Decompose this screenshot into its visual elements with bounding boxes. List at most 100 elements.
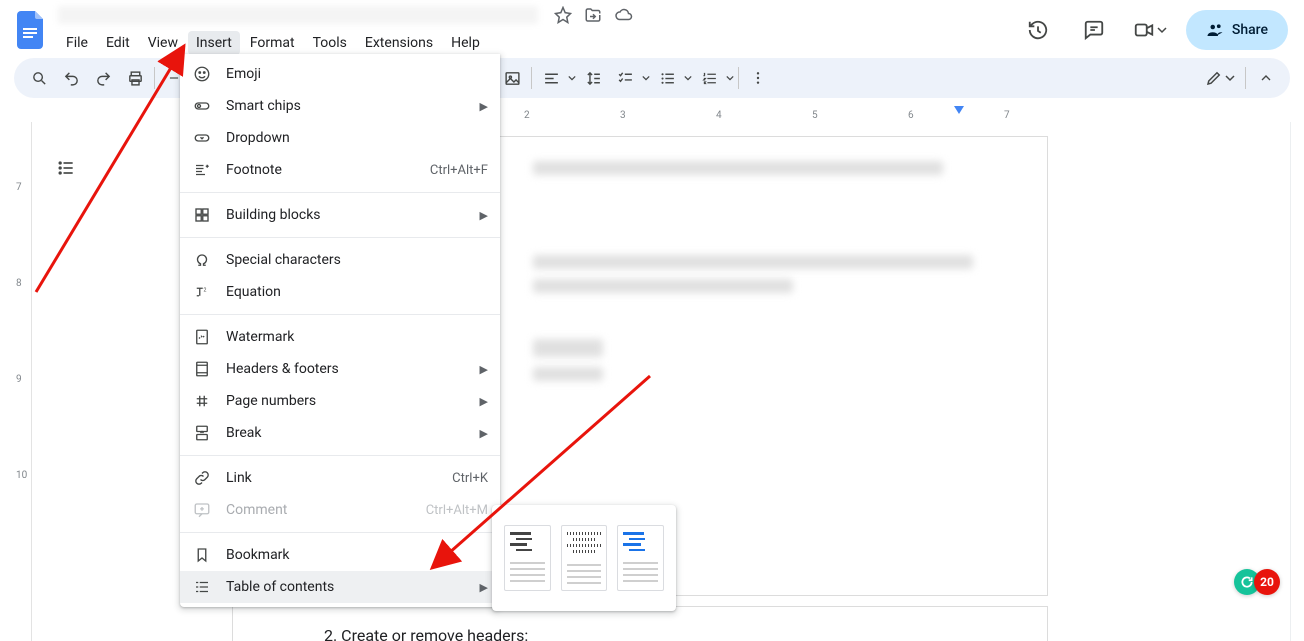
- equation-icon: 2: [192, 282, 212, 302]
- menu-view[interactable]: View: [140, 31, 186, 55]
- menu-item-label: Comment: [226, 502, 412, 518]
- insert-building-blocks[interactable]: Building blocks ▶: [180, 199, 500, 231]
- headers-footers-icon: [192, 359, 212, 379]
- menu-extensions[interactable]: Extensions: [357, 31, 441, 55]
- checklist-button[interactable]: [610, 63, 640, 93]
- building-blocks-icon: [192, 205, 212, 225]
- side-panel-strip: [1290, 122, 1304, 641]
- watermark-icon: [192, 327, 212, 347]
- toc-option-plain[interactable]: [504, 525, 551, 591]
- toc-icon: [192, 577, 212, 597]
- submenu-arrow-icon: ▶: [480, 209, 488, 222]
- meet-button[interactable]: [1130, 10, 1170, 50]
- smart-chips-icon: [192, 96, 212, 116]
- caret-down-icon: [568, 74, 576, 82]
- history-icon[interactable]: [1018, 10, 1058, 50]
- menubar: FileEditViewInsertFormatToolsExtensionsH…: [58, 29, 1018, 57]
- menu-item-label: Building blocks: [226, 207, 466, 223]
- menu-item-label: Watermark: [226, 329, 488, 345]
- star-icon[interactable]: [554, 6, 572, 24]
- menu-item-label: Emoji: [226, 66, 488, 82]
- insert-headers-footers[interactable]: Headers & footers▶: [180, 353, 500, 385]
- insert-image-button[interactable]: [497, 63, 527, 93]
- collapse-toolbar-button[interactable]: [1252, 64, 1280, 92]
- caret-down-icon: [726, 74, 734, 82]
- insert-table-of-contents[interactable]: Table of contents▶: [180, 571, 500, 603]
- menu-item-label: Equation: [226, 284, 488, 300]
- insert-emoji[interactable]: Emoji: [180, 58, 500, 90]
- menu-item-label: Smart chips: [226, 98, 466, 114]
- menu-item-label: Footnote: [226, 162, 416, 178]
- menu-help[interactable]: Help: [443, 31, 488, 55]
- ruler-v-label: 7: [16, 182, 22, 193]
- people-icon: [1206, 21, 1224, 39]
- menu-insert[interactable]: Insert: [188, 31, 240, 55]
- insert-bookmark[interactable]: Bookmark: [180, 539, 500, 571]
- ruler-h-label: 5: [812, 110, 818, 121]
- menu-item-label: Headers & footers: [226, 361, 466, 377]
- line-spacing-button[interactable]: [578, 63, 608, 93]
- insert-break[interactable]: Break▶: [180, 417, 500, 449]
- insert-dropdown[interactable]: Dropdown: [180, 122, 500, 154]
- menu-item-label: Break: [226, 425, 466, 441]
- insert-comment: Comment Ctrl+Alt+M: [180, 494, 500, 526]
- docs-icon: [17, 10, 47, 50]
- bullet-list-button[interactable]: [652, 63, 682, 93]
- special-chars-icon: [192, 250, 212, 270]
- submenu-arrow-icon: ▶: [480, 581, 488, 594]
- insert-smart-chips[interactable]: Smart chips ▶: [180, 90, 500, 122]
- vertical-ruler[interactable]: 78910: [14, 122, 32, 641]
- page-numbers-icon: [192, 391, 212, 411]
- submenu-arrow-icon: ▶: [480, 100, 488, 113]
- cloud-status-icon[interactable]: [614, 6, 634, 24]
- print-button[interactable]: [120, 63, 150, 93]
- ruler-h-label: 3: [620, 110, 626, 121]
- redo-button[interactable]: [88, 63, 118, 93]
- insert-special-characters[interactable]: Special characters: [180, 244, 500, 276]
- share-label: Share: [1232, 22, 1268, 38]
- insert-equation[interactable]: 2 Equation: [180, 276, 500, 308]
- menu-shortcut: Ctrl+Alt+M: [426, 503, 488, 518]
- grammarly-count: 20: [1254, 569, 1280, 595]
- move-icon[interactable]: [584, 6, 602, 24]
- docs-logo[interactable]: [12, 10, 52, 50]
- comment-icon: [192, 500, 212, 520]
- comments-icon[interactable]: [1074, 10, 1114, 50]
- ruler-indent-marker[interactable]: [954, 106, 964, 114]
- insert-page-numbers[interactable]: Page numbers▶: [180, 385, 500, 417]
- more-options-button[interactable]: [743, 63, 773, 93]
- grammarly-badge[interactable]: 20: [1234, 569, 1280, 595]
- ruler-v-label: 10: [16, 470, 27, 481]
- header: FileEditViewInsertFormatToolsExtensionsH…: [0, 0, 1304, 56]
- ruler-h-label: 2: [524, 110, 530, 121]
- menu-item-label: Link: [226, 470, 438, 486]
- outline-toggle-button[interactable]: [48, 150, 84, 186]
- menu-shortcut: Ctrl+Alt+F: [430, 163, 488, 178]
- title-area: FileEditViewInsertFormatToolsExtensionsH…: [58, 3, 1018, 57]
- caret-down-icon: [684, 74, 692, 82]
- document-title-redacted[interactable]: [58, 6, 538, 24]
- toc-option-dotted[interactable]: [561, 525, 608, 591]
- align-button[interactable]: [536, 63, 566, 93]
- numbered-list-button[interactable]: [694, 63, 724, 93]
- page-text-line: 2. Create or remove headers:: [324, 626, 528, 641]
- toc-submenu: [492, 505, 676, 611]
- insert-footnote[interactable]: Footnote Ctrl+Alt+F: [180, 154, 500, 186]
- insert-watermark[interactable]: Watermark: [180, 321, 500, 353]
- insert-link[interactable]: Link Ctrl+K: [180, 462, 500, 494]
- share-button[interactable]: Share: [1186, 10, 1288, 50]
- undo-button[interactable]: [56, 63, 86, 93]
- menu-file[interactable]: File: [58, 31, 96, 55]
- editing-mode-button[interactable]: [1201, 69, 1239, 87]
- submenu-arrow-icon: ▶: [480, 395, 488, 408]
- menu-item-label: Dropdown: [226, 130, 488, 146]
- footnote-icon: [192, 160, 212, 180]
- insert-menu-dropdown: Emoji Smart chips ▶ Dropdown Footnote Ctrl+Al…: [180, 54, 500, 607]
- menu-edit[interactable]: Edit: [98, 31, 138, 55]
- search-icon[interactable]: [24, 63, 54, 93]
- menu-format[interactable]: Format: [242, 31, 303, 55]
- svg-text:2: 2: [204, 287, 207, 293]
- toc-option-links[interactable]: [617, 525, 664, 591]
- menu-shortcut: Ctrl+K: [452, 471, 488, 486]
- menu-tools[interactable]: Tools: [305, 31, 355, 55]
